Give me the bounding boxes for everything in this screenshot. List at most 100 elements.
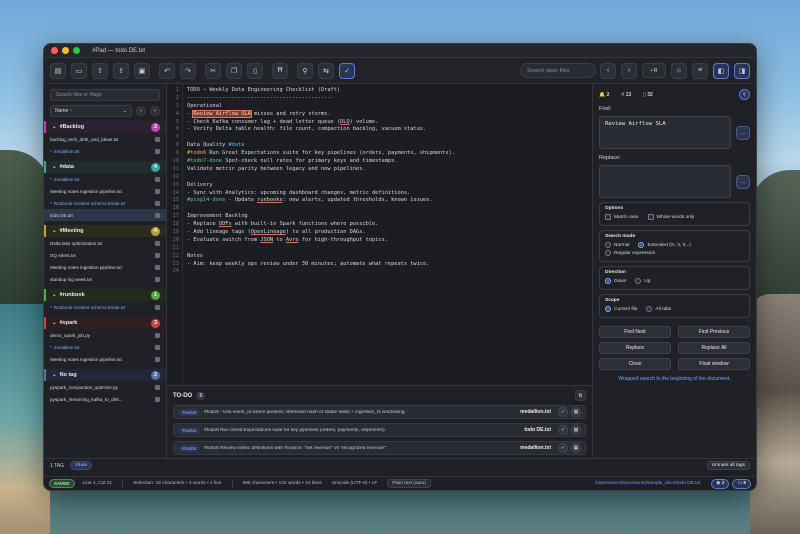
sidebar-file-item[interactable]: todo DE.txt	[44, 209, 166, 221]
check-icon[interactable]: ✓	[558, 425, 568, 435]
tag-group-header[interactable]: ⌄ #runbook 1	[44, 289, 166, 301]
scope-current-radio[interactable]: Current file	[605, 306, 637, 312]
find-next-button[interactable]: Find Next	[599, 326, 671, 338]
sun-icon[interactable]: ☼	[671, 62, 687, 79]
panel-toggle-icon[interactable]: ◨	[734, 62, 750, 79]
notifications-pill[interactable]: ◉ 2	[711, 478, 730, 489]
bookmark-icon[interactable]: Ħ	[272, 62, 288, 79]
direction-down-radio[interactable]: Down	[605, 278, 626, 284]
find-more-button[interactable]: …	[736, 126, 750, 140]
sidebar-file-item[interactable]: * Runbook incident schema break.txt	[44, 197, 166, 209]
check-icon[interactable]: ✓	[558, 443, 568, 453]
sidebar-file-item[interactable]: DQ Alerts.txt	[44, 249, 166, 261]
find-search-icon[interactable]: ⚲	[739, 89, 750, 100]
open-folder-icon[interactable]: ▭	[71, 62, 87, 79]
check-icon[interactable]: ✓	[558, 407, 568, 417]
tag-group-header[interactable]: ⌄ No tag 2	[44, 369, 166, 381]
float-window-button[interactable]: Float window	[678, 358, 750, 370]
text-editor[interactable]: TODO — Weekly Data Engineering Checklist…	[183, 85, 455, 385]
replace-all-button[interactable]: Replace All	[678, 342, 750, 354]
replace-more-button[interactable]: …	[736, 175, 750, 189]
calendar-icon[interactable]: ▦	[571, 425, 581, 435]
replace-icon[interactable]: ⇆	[318, 62, 334, 79]
minimize-window-button[interactable]	[62, 47, 69, 54]
paste-icon[interactable]: ▯	[247, 62, 263, 79]
sort-icon[interactable]: ⇅	[575, 390, 586, 401]
code-line: Delivery	[187, 181, 213, 188]
find-input[interactable]: Review Airflow SLA	[599, 116, 732, 149]
todo-item[interactable]: #todo9 #todo9 - Use event_id where presen…	[173, 405, 586, 419]
next-match-icon[interactable]: ›	[621, 62, 637, 79]
language-mode-select[interactable]: Plain text (auto)	[387, 479, 431, 488]
search-open-files-input[interactable]: Search open files	[520, 63, 596, 78]
todo-item[interactable]: #todo6 #todo6 Run Great Expectations suit…	[173, 423, 586, 437]
mode-regex-radio[interactable]: Regular expression	[605, 250, 655, 256]
cut-icon[interactable]: ✂	[205, 62, 221, 79]
unmark-all-tags-button[interactable]: Unmark all tags	[706, 461, 750, 470]
sidebar-file-item[interactable]: pyspark_compaction_optimize.py	[44, 381, 166, 393]
sidebar-search-input[interactable]: Search files or #tags	[50, 89, 160, 101]
share-icon[interactable]: ⇪	[113, 62, 129, 79]
todo-tag-chip[interactable]: #todo5	[178, 444, 201, 452]
tag-group-header[interactable]: ⌄ #Backlog 2	[44, 121, 166, 133]
active-tag-chip[interactable]: #data	[70, 461, 93, 470]
scope-all-radio[interactable]: All tabs	[646, 306, 671, 312]
messages-pill[interactable]: ▭ 8	[732, 478, 751, 489]
sidebar-file-item[interactable]: * Runbook incident schema break.txt	[44, 301, 166, 313]
calendar-icon[interactable]: ▦	[571, 407, 581, 417]
calendar-icon[interactable]: ▦	[571, 443, 581, 453]
todo-file[interactable]: medallion.txt	[520, 445, 551, 451]
line-number: 21	[172, 244, 179, 251]
settings-sliders-icon[interactable]: ≡	[692, 62, 708, 79]
todo-file[interactable]: todo DE.txt	[524, 427, 551, 433]
collapse-icon[interactable]: «	[136, 106, 146, 116]
copy-icon[interactable]: ❐	[226, 62, 242, 79]
redo-icon[interactable]: ↷	[180, 62, 196, 79]
todo-item[interactable]: #todo5 #todo5 Review metric definitions w…	[173, 441, 586, 455]
spellcheck-icon[interactable]: ✓	[339, 62, 355, 79]
line-number: 7	[175, 134, 179, 141]
export-icon[interactable]: ⇧	[92, 62, 108, 79]
close-window-button[interactable]	[51, 47, 58, 54]
sidebar-file-item[interactable]: Meeting notes ingestion pipeline.txt	[44, 353, 166, 365]
sidebar-file-item[interactable]: * medallion.txt	[44, 173, 166, 185]
tag-group-header[interactable]: ⌄ #Meeting 4	[44, 225, 166, 237]
todo-tag-chip[interactable]: #todo6	[178, 426, 201, 434]
prev-match-icon[interactable]: ‹	[600, 62, 616, 79]
hash-count: # 13	[621, 91, 632, 98]
new-file-icon[interactable]: ▤	[50, 62, 66, 79]
sidebar-file-item[interactable]: Delta lake optimization.txt	[44, 237, 166, 249]
file-path[interactable]: /Users/aren/Documents/sample_docs/todo D…	[595, 481, 700, 486]
tag-group-header[interactable]: ⌄ #spark 3	[44, 317, 166, 329]
add-icon[interactable]: +	[150, 106, 160, 116]
print-icon[interactable]: ▣	[134, 62, 150, 79]
direction-up-radio[interactable]: Up	[635, 278, 650, 284]
zoom-window-button[interactable]	[73, 47, 80, 54]
whole-words-checkbox[interactable]: Whole words only	[647, 214, 694, 220]
todo-tag-chip[interactable]: #todo9	[178, 408, 201, 416]
mode-extended-radio[interactable]: Extended (\n, \r, \t...)	[638, 242, 691, 248]
sidebar-file-item[interactable]: pyspark_streaming_kafka_to_delt...	[44, 393, 166, 405]
tag-group-label: #runbook	[59, 292, 85, 298]
search-icon[interactable]: ⚲	[297, 62, 313, 79]
match-case-checkbox[interactable]: Match case	[605, 214, 639, 220]
sidebar-toggle-icon[interactable]: ◧	[713, 62, 729, 79]
tag-group-header[interactable]: ⌄ #data 4	[44, 161, 166, 173]
sort-select[interactable]: Name ↑ ⌄	[50, 105, 132, 117]
sidebar-file-item[interactable]: backlog_tech_debt_and_ideas.txt	[44, 133, 166, 145]
undo-icon[interactable]: ↶	[159, 62, 175, 79]
regex-select[interactable]: • R	[642, 63, 666, 78]
sidebar-file-item[interactable]: * medallion.txt	[44, 341, 166, 353]
todo-file[interactable]: medallion.txt	[520, 409, 551, 415]
sidebar-file-item[interactable]: demo_spark_job.py	[44, 329, 166, 341]
sidebar-file-item[interactable]: Meeting notes ingestion pipeline.txt	[44, 185, 166, 197]
close-find-button[interactable]: Close	[599, 358, 671, 370]
encoding-label[interactable]: Unicode (UTF-8) • LF	[332, 481, 378, 486]
replace-input[interactable]	[599, 165, 732, 198]
sidebar-file-item[interactable]: standup log week.txt	[44, 273, 166, 285]
replace-button[interactable]: Replace	[599, 342, 671, 354]
sidebar-file-item[interactable]: * medallion.txt	[44, 145, 166, 157]
mode-normal-radio[interactable]: Normal	[605, 242, 629, 248]
find-previous-button[interactable]: Find Previous	[678, 326, 750, 338]
sidebar-file-item[interactable]: Meeting notes ingestion pipeline.txt	[44, 261, 166, 273]
